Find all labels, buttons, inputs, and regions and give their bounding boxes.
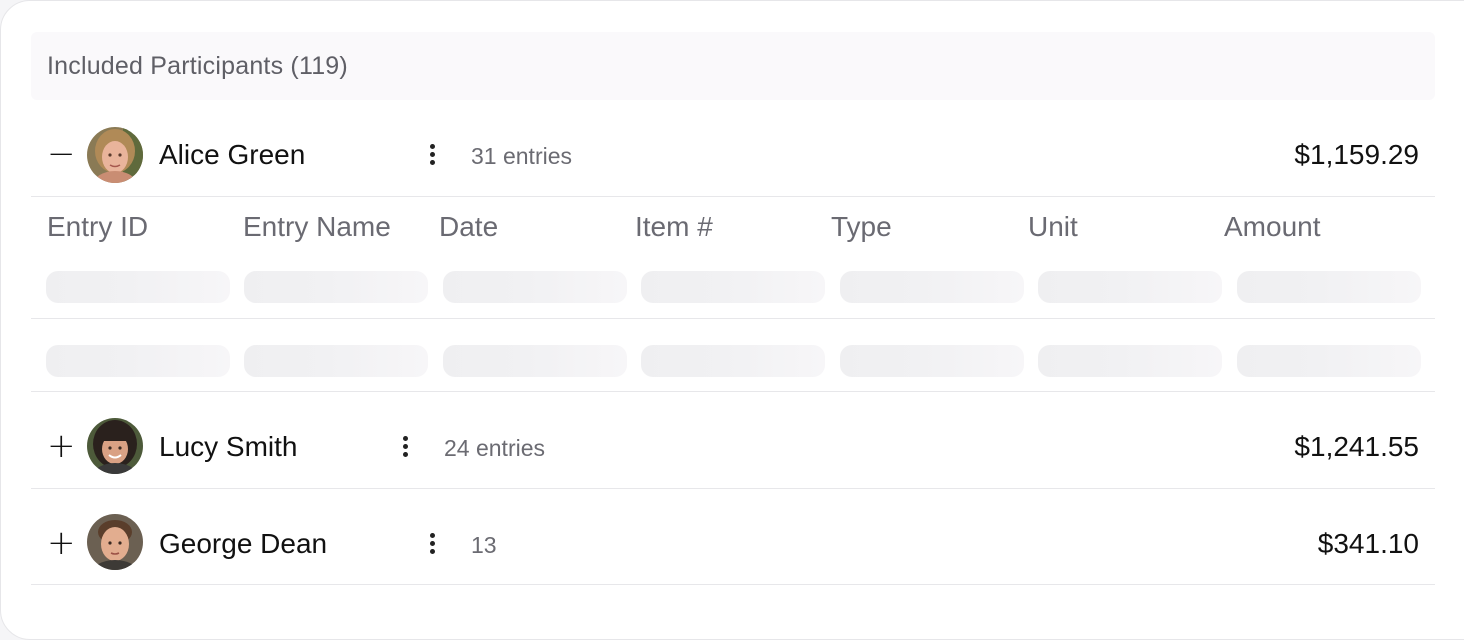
participant-amount: $1,159.29 [1294,139,1419,170]
participant-row-alice-green[interactable]: − Alice Green 31 entries $1,159.29 [31,113,1435,197]
participant-amount: $1,241.55 [1294,431,1419,462]
section-header: Included Participants (119) [31,32,1435,100]
avatar [87,514,143,570]
skeleton-cell [1237,271,1421,303]
plus-icon[interactable]: + [47,526,76,560]
loading-row [31,319,1435,392]
skeleton-cell [1038,271,1222,303]
more-vertical-icon[interactable] [427,143,437,167]
section-title: Included Participants (119) [47,51,348,80]
minus-icon[interactable]: − [47,137,76,171]
skeleton-cell [1038,345,1222,377]
avatar-photo-george [87,514,143,570]
participant-name: Lucy Smith [159,431,298,462]
participant-row-george-dean[interactable]: + George Dean 13 $341.10 [31,489,1435,585]
skeleton-cell [46,271,230,303]
participant-row-lucy-smith[interactable]: + Lucy Smith 24 entries $1,241.55 [31,392,1435,489]
entries-count: 13 [471,532,497,558]
entries-count: 31 entries [471,143,573,169]
avatar [87,418,143,474]
avatar-photo-alice [87,127,143,183]
more-vertical-icon[interactable] [427,532,437,556]
skeleton-cell [641,271,825,303]
plus-icon[interactable]: + [47,429,76,463]
skeleton-cell [443,345,627,377]
skeleton-cell [244,345,428,377]
participants-card: Included Participants (119) − Alice Gree… [0,0,1464,640]
skeleton-cell [840,271,1024,303]
loading-row [31,197,1435,319]
participant-name: Alice Green [159,139,306,170]
avatar [87,127,143,183]
skeleton-cell [1237,345,1421,377]
skeleton-cell [46,345,230,377]
skeleton-cell [244,271,428,303]
skeleton-cell [840,345,1024,377]
participant-name: George Dean [159,528,328,559]
participant-amount: $341.10 [1317,528,1419,559]
more-vertical-icon[interactable] [400,435,410,459]
entries-count: 24 entries [444,435,546,461]
skeleton-cell [641,345,825,377]
skeleton-cell [443,271,627,303]
avatar-photo-lucy [87,418,143,474]
